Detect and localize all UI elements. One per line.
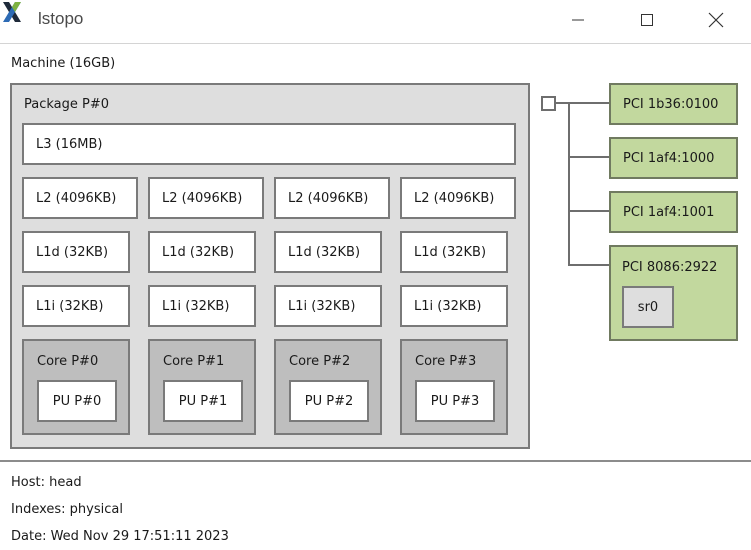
l2-cache: L2 (4096KB) xyxy=(22,177,138,219)
l1i-cache-label: L1i (32KB) xyxy=(414,298,482,314)
pci-device: PCI 1b36:0100 xyxy=(609,83,738,125)
l1d-cache-label: L1d (32KB) xyxy=(162,244,235,260)
l1d-cache: L1d (32KB) xyxy=(148,231,256,273)
pu-box: PU P#2 xyxy=(289,380,369,422)
l1i-cache: L1i (32KB) xyxy=(274,285,382,327)
pci-device: PCI 1af4:1001 xyxy=(609,191,738,233)
pu-label: PU P#1 xyxy=(178,393,228,409)
pci-device-label: PCI 1af4:1000 xyxy=(623,150,715,166)
l2-cache: L2 (4096KB) xyxy=(274,177,390,219)
l2-cache-label: L2 (4096KB) xyxy=(414,190,495,206)
indexes-text: Indexes: physical xyxy=(11,502,123,517)
pu-label: PU P#0 xyxy=(52,393,102,409)
host-text: Host: head xyxy=(11,475,82,490)
pci-device-label: PCI 8086:2922 xyxy=(622,260,718,275)
connector-line xyxy=(568,210,610,212)
l1d-cache-label: L1d (32KB) xyxy=(36,244,109,260)
host-bridge xyxy=(541,96,556,111)
pu-label: PU P#3 xyxy=(430,393,480,409)
machine-label: Machine (16GB) xyxy=(11,56,116,71)
connector-line xyxy=(568,264,610,266)
block-device-label: sr0 xyxy=(637,299,659,315)
l1i-cache-label: L1i (32KB) xyxy=(36,298,104,314)
l1i-cache: L1i (32KB) xyxy=(22,285,130,327)
core-label: Core P#0 xyxy=(37,354,99,369)
l2-cache: L2 (4096KB) xyxy=(400,177,516,219)
pu-box: PU P#0 xyxy=(37,380,117,422)
pu-label: PU P#2 xyxy=(304,393,354,409)
pci-device: PCI 1af4:1000 xyxy=(609,137,738,179)
l1i-cache-label: L1i (32KB) xyxy=(162,298,230,314)
pci-device-label: PCI 1b36:0100 xyxy=(623,96,719,112)
core-label: Core P#3 xyxy=(415,354,477,369)
l3-cache-label: L3 (16MB) xyxy=(36,136,103,152)
l1d-cache: L1d (32KB) xyxy=(400,231,508,273)
core-label: Core P#2 xyxy=(289,354,351,369)
connector-line xyxy=(568,102,570,265)
l3-cache: L3 (16MB) xyxy=(22,123,516,165)
l2-cache: L2 (4096KB) xyxy=(148,177,264,219)
l1i-cache: L1i (32KB) xyxy=(148,285,256,327)
connector-line xyxy=(568,156,610,158)
close-icon xyxy=(708,12,724,28)
package-label: Package P#0 xyxy=(24,97,110,112)
minimize-button[interactable] xyxy=(555,0,601,40)
connector-line xyxy=(556,102,610,104)
minimize-icon xyxy=(572,19,584,21)
pu-box: PU P#1 xyxy=(163,380,243,422)
block-device: sr0 xyxy=(622,286,674,328)
window-title: lstopo xyxy=(38,9,84,28)
date-text: Date: Wed Nov 29 17:51:11 2023 xyxy=(11,529,229,544)
l2-cache-label: L2 (4096KB) xyxy=(162,190,243,206)
l1d-cache: L1d (32KB) xyxy=(22,231,130,273)
close-button[interactable] xyxy=(693,0,739,40)
l1d-cache-label: L1d (32KB) xyxy=(414,244,487,260)
l1i-cache: L1i (32KB) xyxy=(400,285,508,327)
l2-cache-label: L2 (4096KB) xyxy=(36,190,117,206)
l1d-cache: L1d (32KB) xyxy=(274,231,382,273)
core-label: Core P#1 xyxy=(163,354,225,369)
lstopo-x-icon xyxy=(0,0,24,24)
l2-cache-label: L2 (4096KB) xyxy=(288,190,369,206)
maximize-button[interactable] xyxy=(624,0,670,40)
maximize-icon xyxy=(641,14,653,26)
pci-device-label: PCI 1af4:1001 xyxy=(623,204,715,220)
title-bar: lstopo xyxy=(0,0,751,42)
l1i-cache-label: L1i (32KB) xyxy=(288,298,356,314)
l1d-cache-label: L1d (32KB) xyxy=(288,244,361,260)
pu-box: PU P#3 xyxy=(415,380,495,422)
